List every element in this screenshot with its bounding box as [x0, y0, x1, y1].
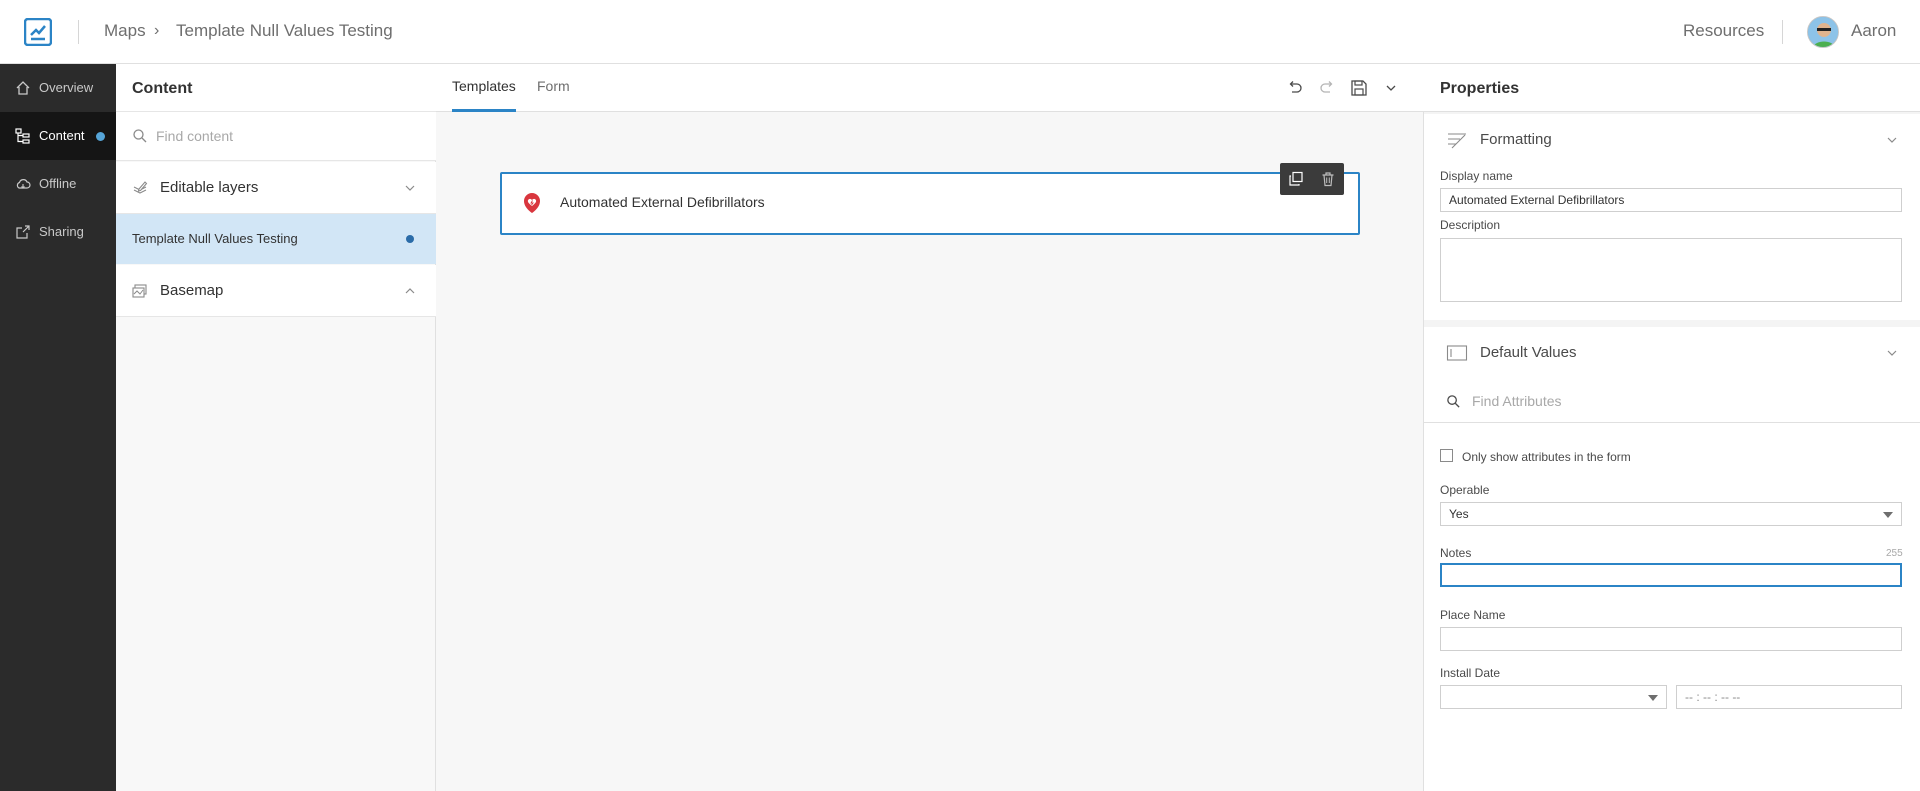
header-divider [1782, 20, 1783, 44]
duplicate-icon[interactable] [1288, 171, 1304, 187]
description-field[interactable] [1440, 238, 1902, 302]
nav-label: Offline [39, 176, 77, 191]
layer-item-template-null-values[interactable]: Template Null Values Testing [116, 214, 436, 264]
basemap-section[interactable]: Basemap [116, 265, 436, 317]
tab-form[interactable]: Form [537, 78, 570, 112]
breadcrumb-chevron-icon: › [154, 22, 160, 39]
properties-header: Properties [1424, 64, 1920, 112]
nav-item-overview[interactable]: Overview [0, 64, 116, 112]
content-panel-header: Content [116, 64, 436, 112]
cloud-icon [16, 179, 31, 189]
nav-label: Overview [39, 80, 94, 95]
redo-icon[interactable] [1318, 79, 1336, 97]
formatting-section: Formatting Display name Description [1424, 114, 1920, 320]
install-time-field[interactable]: -- : -- : -- -- [1676, 685, 1902, 709]
trash-icon[interactable] [1320, 171, 1336, 187]
tab-templates[interactable]: Templates [452, 78, 516, 112]
formatting-header[interactable]: Formatting [1424, 114, 1920, 166]
user-photo-icon [1808, 17, 1838, 47]
default-values-label: Default Values [1480, 344, 1577, 361]
nav-label: Sharing [39, 224, 84, 239]
layer-item-label: Template Null Values Testing [132, 231, 298, 246]
unsaved-indicator [96, 132, 105, 141]
nav-item-sharing[interactable]: Sharing [0, 208, 116, 256]
chevron-up-icon[interactable] [404, 285, 416, 297]
template-editor: Templates Form Automated External Defibr… [436, 64, 1424, 791]
breadcrumb-map-title: Template Null Values Testing [176, 21, 393, 40]
description-label: Description [1440, 218, 1501, 232]
side-nav: Overview Content Offline Sharing [0, 64, 116, 791]
search-icon [1447, 395, 1460, 408]
attribute-search-input[interactable] [1472, 389, 1872, 413]
nav-item-offline[interactable]: Offline [0, 160, 116, 208]
user-name[interactable]: Aaron [1851, 21, 1896, 41]
layer-modified-indicator [406, 235, 414, 243]
operable-select[interactable]: Yes [1440, 502, 1902, 526]
share-icon [16, 225, 30, 239]
properties-title: Properties [1440, 80, 1520, 97]
editable-layers-label: Editable layers [160, 179, 259, 196]
notes-label: Notes [1440, 546, 1472, 560]
home-icon [16, 81, 30, 95]
default-values-icon [1446, 345, 1468, 361]
basemap-icon [132, 284, 147, 298]
operable-label: Operable [1440, 483, 1490, 497]
display-name-label: Display name [1440, 169, 1513, 183]
search-icon [133, 129, 147, 143]
install-date-picker[interactable] [1440, 685, 1667, 709]
install-time-placeholder: -- : -- : -- -- [1685, 690, 1741, 704]
content-tree-icon [15, 128, 30, 144]
chevron-down-icon[interactable] [1382, 79, 1400, 97]
avatar[interactable] [1807, 16, 1839, 48]
basemap-label: Basemap [160, 282, 224, 299]
nav-label: Content [39, 128, 85, 143]
properties-panel: Properties Formatting Display name Descr… [1424, 64, 1920, 791]
place-name-field[interactable] [1440, 627, 1902, 651]
chevron-down-icon[interactable] [1886, 134, 1898, 146]
default-values-header[interactable]: Default Values [1424, 327, 1920, 379]
resources-link[interactable]: Resources [1683, 21, 1764, 41]
aed-heart-icon [524, 193, 540, 213]
content-panel-title: Content [132, 80, 193, 97]
template-card-title: Automated External Defibrillators [560, 194, 765, 210]
notes-character-counter: 255 [1886, 548, 1903, 559]
formatting-label: Formatting [1480, 131, 1552, 148]
breadcrumb-maps[interactable]: Maps [104, 21, 146, 41]
dropdown-caret-icon [1883, 512, 1893, 518]
nav-item-content[interactable]: Content [0, 112, 116, 160]
save-icon[interactable] [1350, 79, 1368, 97]
app-header: Maps › Template Null Values Testing Reso… [0, 0, 1920, 64]
only-show-attributes-label: Only show attributes in the form [1462, 450, 1631, 464]
content-panel: Content Editable layers Template Null Va… [116, 64, 436, 791]
display-name-field[interactable] [1440, 188, 1902, 212]
pencil-layers-icon [133, 181, 148, 194]
undo-icon[interactable] [1286, 79, 1304, 97]
default-values-section: Default Values Only show attributes in t… [1424, 327, 1920, 791]
operable-value: Yes [1449, 507, 1469, 521]
app-logo-icon[interactable] [24, 18, 52, 46]
header-divider [78, 20, 79, 44]
editor-tabs: Templates Form [436, 64, 1424, 112]
notes-field[interactable] [1440, 563, 1902, 587]
content-search-input[interactable] [156, 124, 416, 148]
chevron-down-icon[interactable] [1886, 347, 1898, 359]
editable-layers-section[interactable]: Editable layers [116, 162, 436, 214]
only-show-attributes-checkbox[interactable] [1440, 449, 1453, 462]
dropdown-caret-icon [1648, 695, 1658, 701]
chevron-down-icon[interactable] [404, 182, 416, 194]
attribute-search [1424, 379, 1920, 423]
place-name-label: Place Name [1440, 608, 1506, 622]
template-card[interactable]: Automated External Defibrillators [500, 172, 1360, 235]
template-card-toolbar [1280, 163, 1344, 195]
install-date-label: Install Date [1440, 666, 1501, 680]
formatting-icon [1448, 133, 1466, 149]
content-search [116, 112, 436, 161]
